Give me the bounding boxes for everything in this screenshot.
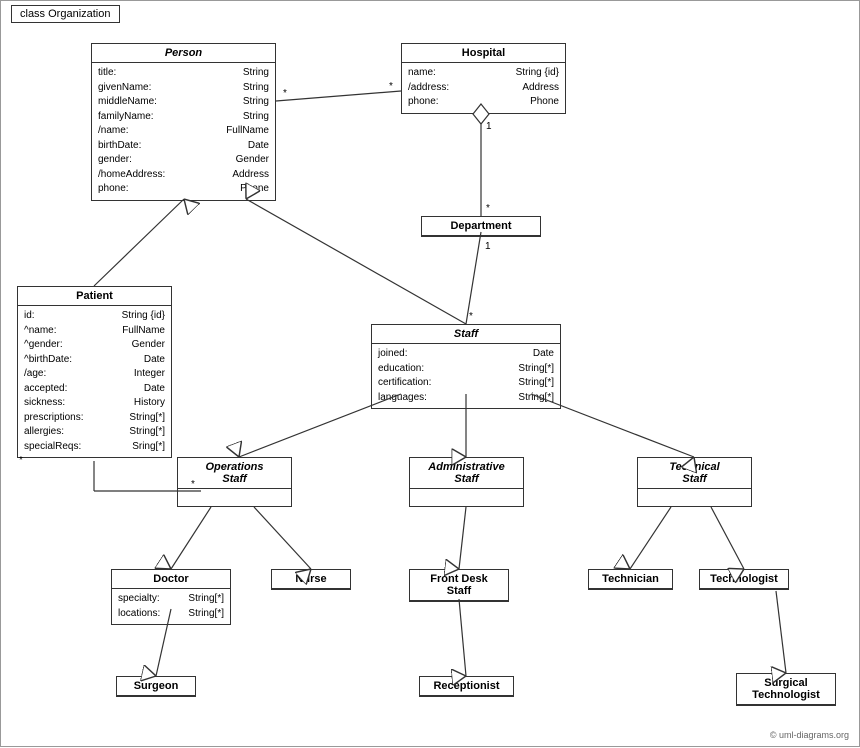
operations-staff-class: OperationsStaff	[177, 457, 292, 507]
hospital-class: Hospital name:String {id} /address:Addre…	[401, 43, 566, 114]
copyright: © uml-diagrams.org	[770, 730, 849, 740]
nurse-class: Nurse	[271, 569, 351, 590]
surgeon-class: Surgeon	[116, 676, 196, 697]
technician-class: Technician	[588, 569, 673, 590]
diagram-title: class Organization	[11, 5, 120, 23]
staff-title: Staff	[372, 325, 560, 344]
svg-text:1: 1	[485, 241, 491, 252]
hospital-title: Hospital	[402, 44, 565, 63]
administrative-staff-title: AdministrativeStaff	[410, 458, 523, 489]
svg-text:*: *	[486, 203, 490, 214]
surgeon-title: Surgeon	[117, 677, 195, 696]
receptionist-title: Receptionist	[420, 677, 513, 696]
front-desk-staff-title: Front DeskStaff	[410, 570, 508, 601]
patient-title: Patient	[18, 287, 171, 306]
technical-staff-class: TechnicalStaff	[637, 457, 752, 507]
svg-text:*: *	[389, 81, 393, 92]
technologist-title: Technologist	[700, 570, 788, 589]
administrative-staff-class: AdministrativeStaff	[409, 457, 524, 507]
surgical-technologist-title: SurgicalTechnologist	[737, 674, 835, 705]
doctor-attrs: specialty:String[*] locations:String[*]	[112, 589, 230, 624]
person-class: Person title:String givenName:String mid…	[91, 43, 276, 201]
technician-title: Technician	[589, 570, 672, 589]
doctor-title: Doctor	[112, 570, 230, 589]
operations-staff-title: OperationsStaff	[178, 458, 291, 489]
doctor-class: Doctor specialty:String[*] locations:Str…	[111, 569, 231, 625]
receptionist-class: Receptionist	[419, 676, 514, 697]
patient-class: Patient id:String {id} ^name:FullName ^g…	[17, 286, 172, 458]
staff-attrs: joined:Date education:String[*] certific…	[372, 344, 560, 408]
person-title: Person	[92, 44, 275, 63]
surgical-technologist-class: SurgicalTechnologist	[736, 673, 836, 706]
front-desk-staff-class: Front DeskStaff	[409, 569, 509, 602]
staff-class: Staff joined:Date education:String[*] ce…	[371, 324, 561, 409]
technical-staff-title: TechnicalStaff	[638, 458, 751, 489]
department-title: Department	[422, 217, 540, 236]
svg-text:*: *	[469, 311, 473, 322]
person-attrs: title:String givenName:String middleName…	[92, 63, 275, 200]
hospital-attrs: name:String {id} /address:Address phone:…	[402, 63, 565, 113]
svg-text:1: 1	[486, 121, 492, 132]
diagram-container: class Organization Person title:String g…	[0, 0, 860, 747]
svg-text:*: *	[283, 88, 287, 99]
department-class: Department	[421, 216, 541, 237]
technologist-class: Technologist	[699, 569, 789, 590]
patient-attrs: id:String {id} ^name:FullName ^gender:Ge…	[18, 306, 171, 457]
nurse-title: Nurse	[272, 570, 350, 589]
